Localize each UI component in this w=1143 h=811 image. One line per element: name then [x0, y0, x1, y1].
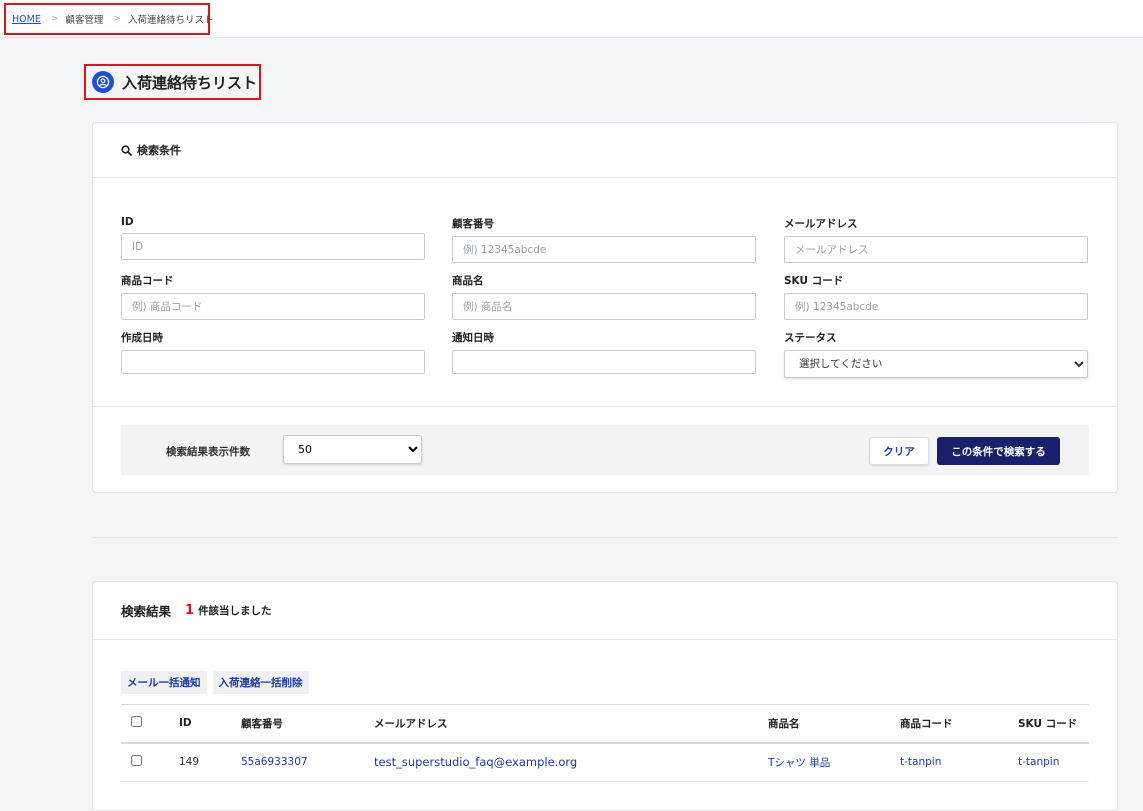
- cell-product-code-link[interactable]: t-tanpin: [890, 742, 1008, 782]
- result-count-select[interactable]: 50: [283, 435, 422, 464]
- created-field-group: 作成日時: [121, 330, 425, 374]
- results-table: ID 顧客番号 メールアドレス 商品名 商品コード SKU コード 149 55…: [121, 704, 1089, 782]
- select-all-checkbox[interactable]: [131, 716, 142, 728]
- sku-input[interactable]: [784, 293, 1088, 320]
- sku-field-group: SKU コード: [784, 273, 1088, 320]
- column-header-sku[interactable]: SKU コード: [1008, 704, 1089, 744]
- column-header-id[interactable]: ID: [169, 704, 231, 744]
- results-count: 1: [185, 603, 195, 618]
- breadcrumb-separator: >: [50, 14, 59, 24]
- product-code-input[interactable]: [121, 293, 425, 320]
- results-count-suffix: 件該当しました: [198, 605, 272, 617]
- customer-no-input[interactable]: [452, 236, 756, 263]
- product-name-label: 商品名: [452, 275, 484, 287]
- column-header-product-name[interactable]: 商品名: [758, 704, 890, 744]
- breadcrumb-current: 入荷連絡待ちリスト: [127, 15, 214, 26]
- status-label: ステータス: [784, 332, 837, 344]
- table-header-row: ID 顧客番号 メールアドレス 商品名 商品コード SKU コード: [121, 704, 1089, 744]
- user-circle-icon: [92, 71, 114, 93]
- created-label: 作成日時: [121, 332, 163, 344]
- breadcrumb-item-customer[interactable]: 顧客管理: [65, 12, 103, 26]
- notified-label: 通知日時: [452, 332, 494, 344]
- product-name-field-group: 商品名: [452, 273, 756, 320]
- id-input[interactable]: [121, 233, 425, 260]
- search-actions-bar: 検索結果表示件数 50 クリア この条件で検索する: [121, 425, 1089, 475]
- select-all-header: [121, 704, 169, 744]
- cell-customer-no-link[interactable]: 55a6933307: [231, 742, 364, 782]
- notified-field-group: 通知日時: [452, 330, 756, 374]
- notified-input[interactable]: [452, 350, 756, 374]
- search-button[interactable]: この条件で検索する: [937, 437, 1060, 465]
- created-input[interactable]: [121, 350, 425, 374]
- breadcrumb-separator: >: [113, 14, 121, 24]
- row-checkbox[interactable]: [131, 755, 142, 767]
- breadcrumb: HOME > 顧客管理 > 入荷連絡待ちリスト: [4, 3, 213, 35]
- page-title: 入荷連絡待ちリスト: [122, 73, 258, 92]
- cell-product-name-link[interactable]: Tシャツ 単品: [758, 742, 890, 782]
- id-label: ID: [121, 216, 134, 228]
- customer-no-label: 顧客番号: [452, 218, 494, 230]
- email-field-group: メールアドレス: [784, 216, 1088, 263]
- email-input[interactable]: [784, 236, 1088, 263]
- sku-label: SKU コード: [784, 275, 844, 287]
- column-header-customer-no[interactable]: 顧客番号: [231, 704, 364, 744]
- section-divider: [92, 537, 1118, 538]
- bulk-delete-button[interactable]: 入荷連絡一括削除: [212, 671, 309, 694]
- column-header-product-code[interactable]: 商品コード: [890, 704, 1008, 744]
- product-code-field-group: 商品コード: [121, 273, 425, 320]
- clear-button[interactable]: クリア: [869, 437, 929, 465]
- cell-sku-link[interactable]: t-tanpin: [1008, 742, 1089, 782]
- bulk-mail-notify-button[interactable]: メール一括通知: [121, 671, 207, 694]
- cell-email-link[interactable]: test_superstudio_faq@example.org: [364, 742, 758, 782]
- column-header-email[interactable]: メールアドレス: [364, 704, 758, 744]
- breadcrumb-home-link[interactable]: HOME: [12, 14, 41, 25]
- results-title: 検索結果: [121, 604, 172, 619]
- search-panel-title: 検索条件: [137, 144, 181, 157]
- top-bar: HOME > 顧客管理 > 入荷連絡待ちリスト: [0, 0, 1143, 38]
- divider: [93, 406, 1117, 407]
- cell-id: 149: [169, 742, 231, 782]
- search-icon: [121, 144, 132, 156]
- status-field-group: ステータス 選択してください: [784, 330, 1088, 378]
- results-header: 検索結果 1 件該当しました: [93, 582, 1117, 640]
- result-count-label: 検索結果表示件数: [166, 446, 250, 458]
- table-row: 149 55a6933307 test_superstudio_faq@exam…: [121, 742, 1089, 782]
- customer-no-field-group: 顧客番号: [452, 216, 756, 263]
- id-field-group: ID: [121, 216, 425, 260]
- search-panel-header: 検索条件: [93, 123, 1117, 178]
- page-title-box: 入荷連絡待ちリスト: [84, 64, 261, 100]
- product-name-input[interactable]: [452, 293, 756, 320]
- email-label: メールアドレス: [784, 218, 858, 230]
- results-panel: 検索結果 1 件該当しました メール一括通知 入荷連絡一括削除 ID 顧客番号 …: [92, 581, 1118, 811]
- product-code-label: 商品コード: [121, 275, 174, 287]
- bulk-actions: メール一括通知 入荷連絡一括削除: [121, 671, 309, 694]
- search-panel: 検索条件 ID 顧客番号 メールアドレス 商品コード 商品名 SKU コード 作…: [92, 122, 1118, 493]
- row-select-cell: [121, 742, 169, 782]
- status-select[interactable]: 選択してください: [784, 350, 1088, 378]
